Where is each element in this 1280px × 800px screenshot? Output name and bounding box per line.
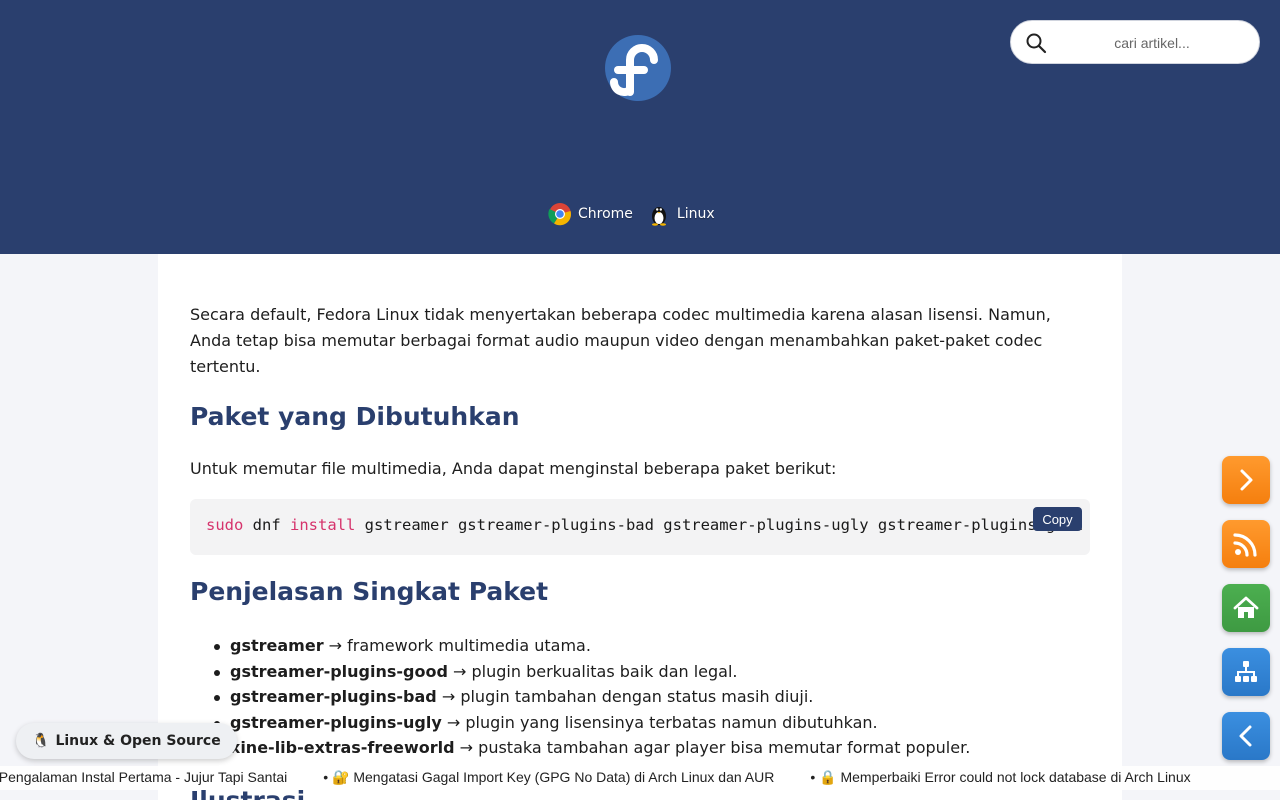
- news-ticker: s: Pengalaman Instal Pertama - Jujur Tap…: [0, 766, 1280, 790]
- package-desc: → plugin yang lisensinya terbatas namun …: [441, 712, 878, 732]
- copy-button[interactable]: Copy: [1033, 507, 1082, 531]
- search-input[interactable]: [1057, 29, 1247, 57]
- category-badge-label: Linux & Open Source: [55, 733, 221, 749]
- tux-icon: [651, 207, 666, 226]
- list-item: gstreamer-plugins-ugly → plugin yang lis…: [190, 710, 1090, 736]
- search-box[interactable]: [1010, 20, 1260, 64]
- code-dnf: dnf: [243, 516, 290, 534]
- chrome-icon: [548, 203, 572, 226]
- site-header: Chrome Linux: [0, 0, 1280, 254]
- code-block: sudo dnf install gstreamer gstreamer-plu…: [190, 499, 1090, 555]
- ticker-track: s: Pengalaman Instal Pertama - Jujur Tap…: [0, 769, 1191, 786]
- ticker-item[interactable]: s: Pengalaman Instal Pertama - Jujur Tap…: [0, 769, 287, 786]
- rss-button[interactable]: [1222, 520, 1270, 568]
- tag-chrome[interactable]: Chrome: [548, 202, 633, 226]
- list-item: gstreamer → framework multimedia utama.: [190, 633, 1090, 659]
- tag-linux-label: Linux: [676, 206, 715, 222]
- search-icon: [1026, 33, 1047, 54]
- heading-explanation: Penjelasan Singkat Paket: [190, 577, 549, 606]
- rss-icon: [1233, 533, 1257, 557]
- chevron-left-icon: [1239, 725, 1252, 747]
- home-button[interactable]: [1222, 584, 1270, 632]
- category-badge[interactable]: 🐧 Linux & Open Source: [16, 723, 237, 759]
- list-item: xine-lib-extras-freeworld → pustaka tamb…: [190, 735, 1090, 761]
- intro-paragraph: Secara default, Fedora Linux tidak menye…: [190, 305, 1051, 376]
- list-item: gstreamer-plugins-bad → plugin tambahan …: [190, 684, 1090, 710]
- next-button[interactable]: [1222, 456, 1270, 504]
- tag-list: Chrome Linux: [548, 200, 715, 228]
- home-icon: [1233, 596, 1259, 618]
- package-name: xine-lib-extras-freeworld: [230, 738, 455, 757]
- code-packages: gstreamer gstreamer-plugins-bad gstreame…: [355, 516, 1084, 534]
- package-desc: → plugin tambahan dengan status masih di…: [436, 687, 814, 706]
- package-list: gstreamer → framework multimedia utama. …: [190, 633, 1090, 761]
- penguin-icon: 🐧: [32, 733, 50, 749]
- fedora-logo-icon[interactable]: [600, 30, 676, 106]
- list-item: gstreamer-plugins-good → plugin berkuali…: [190, 659, 1090, 685]
- sitemap-icon: [1235, 661, 1257, 682]
- package-desc: → plugin berkualitas baik dan legal.: [447, 661, 738, 681]
- ticker-item[interactable]: • 🔒 Memperbaiki Error could not lock dat…: [810, 769, 1190, 786]
- package-desc: → framework multimedia utama.: [323, 636, 591, 655]
- code-install: install: [290, 516, 356, 534]
- package-desc: → pustaka tambahan agar player bisa memu…: [454, 738, 971, 757]
- heading-packages: Paket yang Dibutuhkan: [190, 402, 520, 431]
- install-intro-text: Untuk memutar file multimedia, Anda dapa…: [190, 459, 837, 478]
- article-content: Secara default, Fedora Linux tidak menye…: [158, 254, 1122, 800]
- sitemap-button[interactable]: [1222, 648, 1270, 696]
- tag-chrome-label: Chrome: [578, 206, 633, 222]
- back-button[interactable]: [1222, 712, 1270, 760]
- package-name: gstreamer-plugins-good: [230, 661, 448, 681]
- tag-linux[interactable]: Linux: [647, 202, 715, 226]
- chevron-right-icon: [1240, 469, 1253, 491]
- code-sudo: sudo: [206, 516, 244, 534]
- package-name: gstreamer-plugins-bad: [230, 687, 437, 706]
- package-name: gstreamer: [230, 636, 324, 655]
- ticker-item[interactable]: • 🔐 Mengatasi Gagal Import Key (GPG No D…: [323, 769, 774, 786]
- package-name: gstreamer-plugins-ugly: [230, 712, 442, 732]
- code-command: sudo dnf install gstreamer gstreamer-plu…: [206, 516, 1083, 534]
